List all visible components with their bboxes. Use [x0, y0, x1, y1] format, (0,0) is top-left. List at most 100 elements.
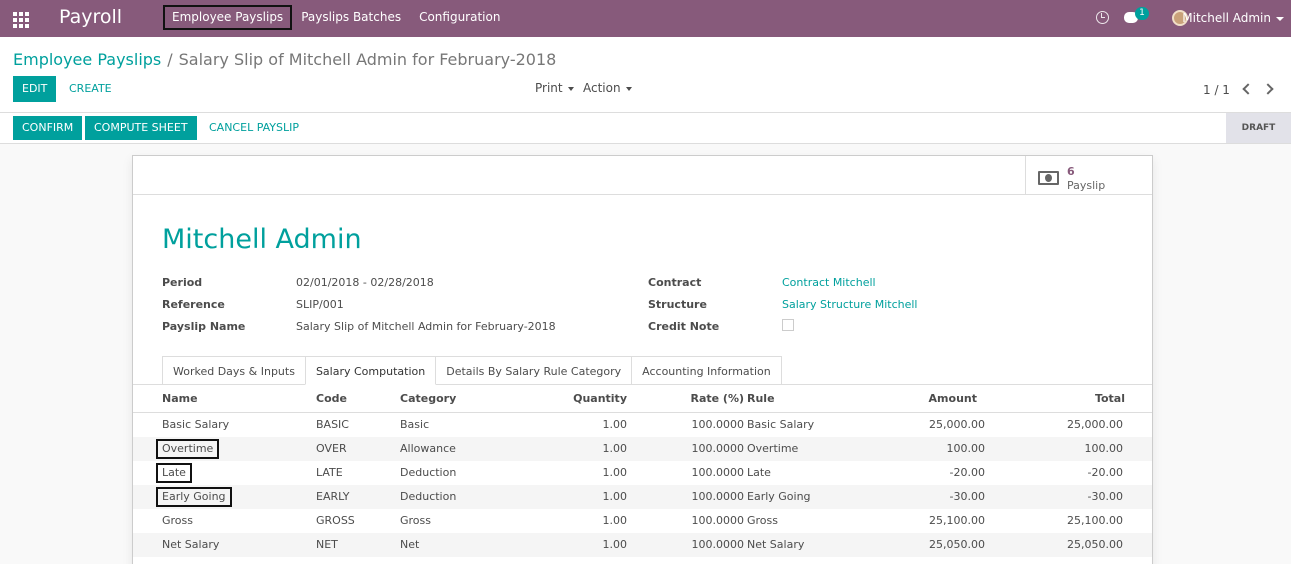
credit-note-checkbox[interactable] — [782, 319, 794, 331]
payslip-count: 6 — [1067, 165, 1075, 178]
systray: 1 Mitchell Admin — [1071, 0, 1291, 37]
col-total-header[interactable]: Total — [1095, 385, 1125, 413]
tab-details-by-category[interactable]: Details By Salary Rule Category — [435, 356, 633, 385]
structure-link[interactable]: Salary Structure Mitchell — [782, 298, 917, 311]
cell-name: Gross — [162, 514, 193, 527]
credit-note-label: Credit Note — [648, 320, 720, 333]
cell-category: Deduction — [400, 490, 457, 503]
col-category-header[interactable]: Category — [400, 385, 456, 413]
app-title: Payroll — [59, 6, 123, 28]
tab-worked-days[interactable]: Worked Days & Inputs — [162, 356, 306, 385]
confirm-button[interactable]: CONFIRM — [13, 116, 83, 140]
control-panel: Employee Payslips / Salary Slip of Mitchel… — [0, 37, 1291, 113]
cell-amount: 25,100.00 — [929, 514, 985, 527]
cell-category: Basic — [400, 418, 430, 431]
status-bar: CONFIRM COMPUTE SHEET CANCEL PAYSLIP DRA… — [0, 113, 1291, 144]
status-badge[interactable]: DRAFT — [1226, 113, 1291, 143]
col-code-header[interactable]: Code — [316, 385, 347, 413]
breadcrumb-current: Salary Slip of Mitchell Admin for Februa… — [178, 50, 557, 69]
form-sheet: 6 Payslip Mitchell Admin Period 02/01/20… — [132, 155, 1153, 564]
apps-menu-icon[interactable] — [13, 12, 29, 28]
cell-total: -20.00 — [1087, 466, 1123, 479]
table-row[interactable]: Overtime OVER Allowance 1.00 100.0000 Ov… — [133, 437, 1152, 461]
cell-category: Allowance — [400, 442, 456, 455]
edit-button[interactable]: EDIT — [13, 76, 57, 102]
menu-configuration[interactable]: Configuration — [410, 5, 509, 30]
caret-down-icon — [625, 86, 632, 91]
cell-rule: Net Salary — [747, 538, 805, 551]
notebook-tabs: Worked Days & Inputs Salary Computation … — [162, 356, 782, 385]
payslip-count-label: Payslip — [1067, 179, 1106, 192]
col-name-header[interactable]: Name — [162, 385, 198, 413]
user-menu[interactable]: Mitchell Admin — [1182, 11, 1271, 25]
button-box: 6 Payslip — [133, 156, 1152, 195]
chevron-down-icon[interactable] — [1276, 17, 1284, 21]
cell-rate: 100.0000 — [691, 538, 745, 551]
table-header: Name Code Category Quantity Rate (%) Rul… — [133, 385, 1152, 413]
cell-quantity: 1.00 — [602, 442, 628, 455]
chevron-right-icon[interactable] — [1262, 83, 1274, 95]
cell-code: GROSS — [316, 514, 355, 527]
cell-amount: 25,050.00 — [929, 538, 985, 551]
cell-code: BASIC — [316, 418, 349, 431]
reference-value: SLIP/001 — [296, 298, 344, 311]
cell-quantity: 1.00 — [602, 514, 628, 527]
menu-employee-payslips[interactable]: Employee Payslips — [163, 5, 293, 30]
contract-link[interactable]: Contract Mitchell — [782, 276, 876, 289]
cell-name: Net Salary — [162, 538, 220, 551]
reference-label: Reference — [162, 298, 225, 311]
breadcrumb: Employee Payslips / Salary Slip of Mitchel… — [13, 50, 556, 69]
employee-name: Mitchell Admin — [162, 224, 362, 255]
cell-total: 25,100.00 — [1067, 514, 1123, 527]
tab-accounting-information[interactable]: Accounting Information — [631, 356, 782, 385]
table-row[interactable]: Late LATE Deduction 1.00 100.0000 Late -… — [133, 461, 1152, 485]
action-dropdown[interactable]: Action — [583, 81, 632, 95]
col-amount-header[interactable]: Amount — [929, 385, 977, 413]
cell-rate: 100.0000 — [691, 490, 745, 503]
create-button[interactable]: CREATE — [69, 76, 112, 102]
caret-down-icon — [567, 86, 574, 91]
col-rule-header[interactable]: Rule — [747, 385, 775, 413]
table-row[interactable]: Gross GROSS Gross 1.00 100.0000 Gross 25… — [133, 509, 1152, 533]
cell-amount: 100.00 — [946, 442, 986, 455]
payslip-name-value: Salary Slip of Mitchell Admin for Februa… — [296, 320, 556, 333]
table-row[interactable]: Early Going EARLY Deduction 1.00 100.000… — [133, 485, 1152, 509]
top-navbar: Payroll Employee Payslips Payslips Batch… — [0, 0, 1291, 37]
cell-name: Overtime — [155, 439, 220, 459]
col-rate-header[interactable]: Rate (%) — [690, 385, 744, 413]
print-dropdown[interactable]: Print — [535, 81, 574, 95]
table-row[interactable]: Net Salary NET Net 1.00 100.0000 Net Sal… — [133, 533, 1152, 557]
tab-salary-computation[interactable]: Salary Computation — [304, 356, 437, 385]
cell-code: LATE — [316, 466, 343, 479]
col-quantity-header[interactable]: Quantity — [573, 385, 627, 413]
cell-rate: 100.0000 — [691, 442, 745, 455]
table-row[interactable]: Basic Salary BASIC Basic 1.00 100.0000 B… — [133, 413, 1152, 437]
cell-rule: Early Going — [747, 490, 811, 503]
cancel-payslip-button[interactable]: CANCEL PAYSLIP — [209, 116, 299, 140]
cell-rule: Gross — [747, 514, 778, 527]
cell-rate: 100.0000 — [691, 514, 745, 527]
clock-icon[interactable] — [1096, 11, 1109, 24]
cell-quantity: 1.00 — [602, 466, 628, 479]
breadcrumb-parent[interactable]: Employee Payslips — [13, 50, 161, 69]
compute-sheet-button[interactable]: COMPUTE SHEET — [85, 116, 197, 140]
action-label: Action — [583, 81, 621, 95]
cell-total: -30.00 — [1087, 490, 1123, 503]
cell-name: Basic Salary — [162, 418, 230, 431]
cell-amount: 25,000.00 — [929, 418, 985, 431]
period-label: Period — [162, 276, 203, 289]
cell-quantity: 1.00 — [602, 418, 628, 431]
cell-total: 25,050.00 — [1067, 538, 1123, 551]
chevron-left-icon[interactable] — [1242, 83, 1254, 95]
cell-code: EARLY — [316, 490, 350, 503]
cell-name: Early Going — [156, 487, 232, 507]
cell-code: NET — [316, 538, 338, 551]
cell-category: Gross — [400, 514, 431, 527]
payslip-count-button[interactable]: 6 Payslip — [1025, 156, 1152, 195]
menu-payslips-batches[interactable]: Payslips Batches — [292, 5, 410, 30]
payslip-name-label: Payslip Name — [162, 320, 246, 333]
breadcrumb-separator: / — [167, 50, 173, 69]
cell-rate: 100.0000 — [691, 418, 745, 431]
pager-value[interactable]: 1 / 1 — [1203, 83, 1230, 97]
cell-amount: -30.00 — [949, 490, 985, 503]
